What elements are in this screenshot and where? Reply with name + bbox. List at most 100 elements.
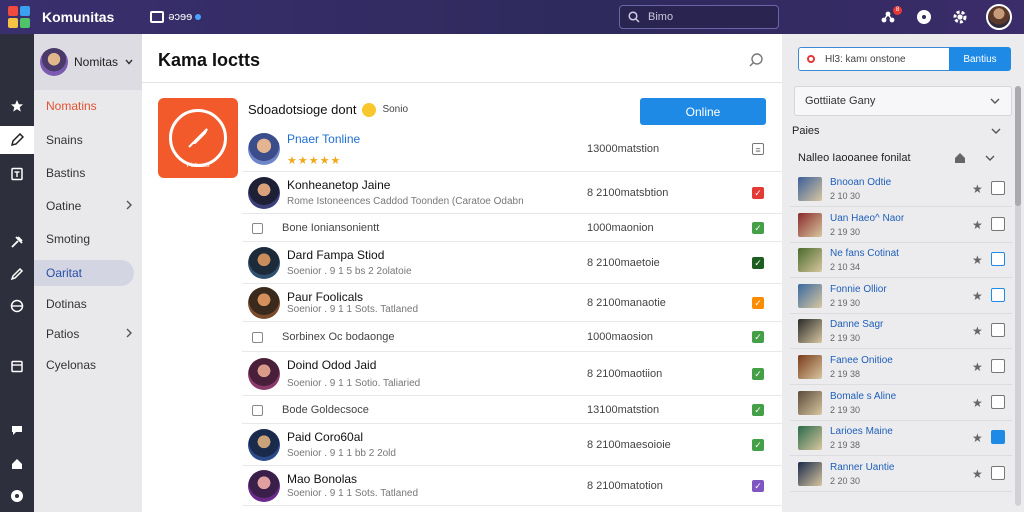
right-search-input[interactable]: Hl3: kamı onstone (798, 47, 950, 71)
status-badge[interactable]: ✓ (752, 257, 764, 269)
avatar[interactable] (248, 247, 280, 279)
star-icon[interactable]: ★ (972, 324, 983, 338)
list-item[interactable]: Larioes Maine 2 19 38 ★ (790, 421, 1012, 457)
star-icon[interactable]: ★ (972, 253, 983, 267)
star-icon[interactable]: ★ (972, 467, 983, 481)
list-item[interactable]: Danne Sagr 2 19 30 ★ (790, 314, 1012, 350)
rail-chat[interactable] (0, 416, 34, 444)
member-name[interactable]: Paid Coro60al (287, 430, 363, 444)
table-row[interactable]: Pnaer Tonline ★★★★★ 13000matstion ≡ (242, 126, 782, 172)
status-badge[interactable]: ✓ (752, 187, 764, 199)
category-dropdown[interactable]: Gottiiate Gany (794, 86, 1012, 116)
table-row[interactable]: Bode Goldecsoce 13100matstion ✓ (242, 396, 782, 424)
list-item[interactable]: Ranner Uantie 2 20 30 ★ (790, 457, 1012, 492)
item-title[interactable]: Ranner Uantie (830, 462, 894, 473)
member-name[interactable]: Doind Odod Jaid (287, 358, 376, 372)
avatar[interactable] (248, 177, 280, 209)
table-row[interactable]: Sorbinex Oc bodaonge 1000maosion ✓ (242, 322, 782, 352)
member-name[interactable]: Dard Fampa Stiod (287, 248, 384, 262)
item-action-button[interactable] (991, 323, 1005, 338)
rail-documents[interactable] (0, 160, 34, 188)
section-header-filter[interactable]: Nalleo Iaooanee fonilat (798, 152, 1008, 164)
section-header-paies[interactable]: Paies (792, 125, 1002, 137)
item-action-button[interactable] (991, 465, 1005, 480)
notifications-button[interactable]: 8 (878, 6, 902, 27)
rail-globe[interactable] (0, 292, 34, 320)
star-icon[interactable]: ★ (972, 396, 983, 410)
item-action-button[interactable] (991, 181, 1005, 195)
member-name[interactable]: Konheanetop Jaine (287, 178, 390, 192)
table-row[interactable]: Mao Bonolas Soenior . 9 1 1 Sots. Tatlane… (242, 466, 782, 506)
list-item[interactable]: Bnooan Odtie 2 10 30 ★ (790, 172, 1012, 207)
row-checkbox[interactable] (252, 223, 263, 234)
online-button[interactable]: Online (640, 98, 766, 125)
item-title[interactable]: Larioes Maine (830, 426, 893, 437)
status-badge[interactable]: ≡ (752, 143, 764, 155)
search-icon[interactable] (748, 52, 764, 68)
list-item[interactable]: Fanee Onitioe 2 19 38 ★ (790, 350, 1012, 385)
item-action-button[interactable] (991, 252, 1005, 267)
item-action-button[interactable] (991, 287, 1005, 302)
sidebar-item-bastins[interactable]: Bastins (34, 160, 142, 186)
item-title[interactable]: Danne Sagr (830, 319, 883, 330)
table-row[interactable]: Konheanetop Jaine Rome Istoneences Caddod… (242, 172, 782, 214)
star-icon[interactable]: ★ (972, 218, 983, 232)
sidebar-item-snains[interactable]: Snains (34, 127, 142, 153)
sidebar-user[interactable]: Nomitas (34, 34, 142, 90)
rail-help[interactable] (0, 482, 34, 510)
status-badge[interactable]: ✓ (752, 331, 764, 343)
avatar[interactable] (248, 429, 280, 461)
sidebar-item-oatine[interactable]: Oatine (34, 193, 142, 219)
row-checkbox[interactable] (252, 405, 263, 416)
item-title[interactable]: Bnooan Odtie (830, 177, 891, 188)
rail-home[interactable] (0, 450, 34, 478)
list-item[interactable]: Ne fans Cotinat 2 10 34 ★ (790, 243, 1012, 279)
status-badge[interactable]: ✓ (752, 368, 764, 380)
item-action-button[interactable] (991, 430, 1005, 445)
rail-calendar[interactable] (0, 352, 34, 380)
member-name[interactable]: Mao Bonolas (287, 472, 357, 486)
right-scrollbar[interactable] (1015, 86, 1021, 506)
star-icon[interactable]: ★ (972, 289, 983, 303)
table-row[interactable]: Doind Odod Jaid Soenior . 9 1 1 Sotio. Ta… (242, 352, 782, 396)
scrollbar-thumb[interactable] (1015, 86, 1021, 206)
avatar[interactable] (248, 287, 280, 319)
list-item[interactable]: Bomale s Aline 2 19 30 ★ (790, 386, 1012, 421)
member-name[interactable]: Paur Foolicals (287, 290, 363, 304)
sidebar-item-patios[interactable]: Patios (34, 321, 142, 347)
member-name[interactable]: Pnaer Tonline (287, 132, 360, 146)
right-search-button[interactable]: Bantius (949, 47, 1011, 71)
star-icon[interactable]: ★ (972, 360, 983, 374)
status-badge[interactable]: ✓ (752, 404, 764, 416)
table-row[interactable]: Paur Foolicals Soenior . 9 1 1 Sots. Tatl… (242, 284, 782, 322)
brand-chip[interactable]: ǝɔɘɘ (150, 11, 202, 23)
rail-pencil[interactable] (0, 260, 34, 288)
status-badge[interactable]: ✓ (752, 222, 764, 234)
rail-edit[interactable] (0, 126, 34, 154)
sidebar-item-nomatins[interactable]: Nomatins (34, 93, 142, 119)
top-search-input[interactable]: Bimo (619, 5, 779, 29)
rail-favorites[interactable] (0, 92, 34, 120)
status-button[interactable] (914, 7, 934, 27)
sidebar-item-cyelonas[interactable]: Cyelonas (34, 352, 142, 378)
user-avatar[interactable] (986, 4, 1012, 30)
status-badge[interactable]: ✓ (752, 439, 764, 451)
status-badge[interactable]: ✓ (752, 297, 764, 309)
item-title[interactable]: Fanee Onitioe (830, 355, 893, 366)
star-icon[interactable]: ★ (972, 182, 983, 196)
rail-tools[interactable] (0, 228, 34, 256)
app-logo-icon[interactable] (8, 6, 30, 28)
avatar[interactable] (248, 133, 280, 165)
item-title[interactable]: Ne fans Cotinat (830, 248, 899, 259)
avatar[interactable] (248, 470, 280, 502)
table-row[interactable]: Paid Coro60al Soenior . 9 1 1 bb 2 2old 8 … (242, 424, 782, 466)
item-title[interactable]: Fonnie Ollior (830, 284, 887, 295)
table-row[interactable]: Bone Ioniansonientt 1000maonion ✓ (242, 214, 782, 242)
sidebar-item-dotinas[interactable]: Dotinas (34, 291, 142, 317)
item-action-button[interactable] (991, 359, 1005, 373)
item-title[interactable]: Uan Haeo^ Naor (830, 213, 904, 224)
sidebar-item-smoting[interactable]: Smoting (34, 226, 142, 252)
item-action-button[interactable] (991, 216, 1005, 231)
star-icon[interactable]: ★ (972, 431, 983, 445)
sidebar-item-oaritat[interactable]: Oaritat (34, 260, 134, 286)
